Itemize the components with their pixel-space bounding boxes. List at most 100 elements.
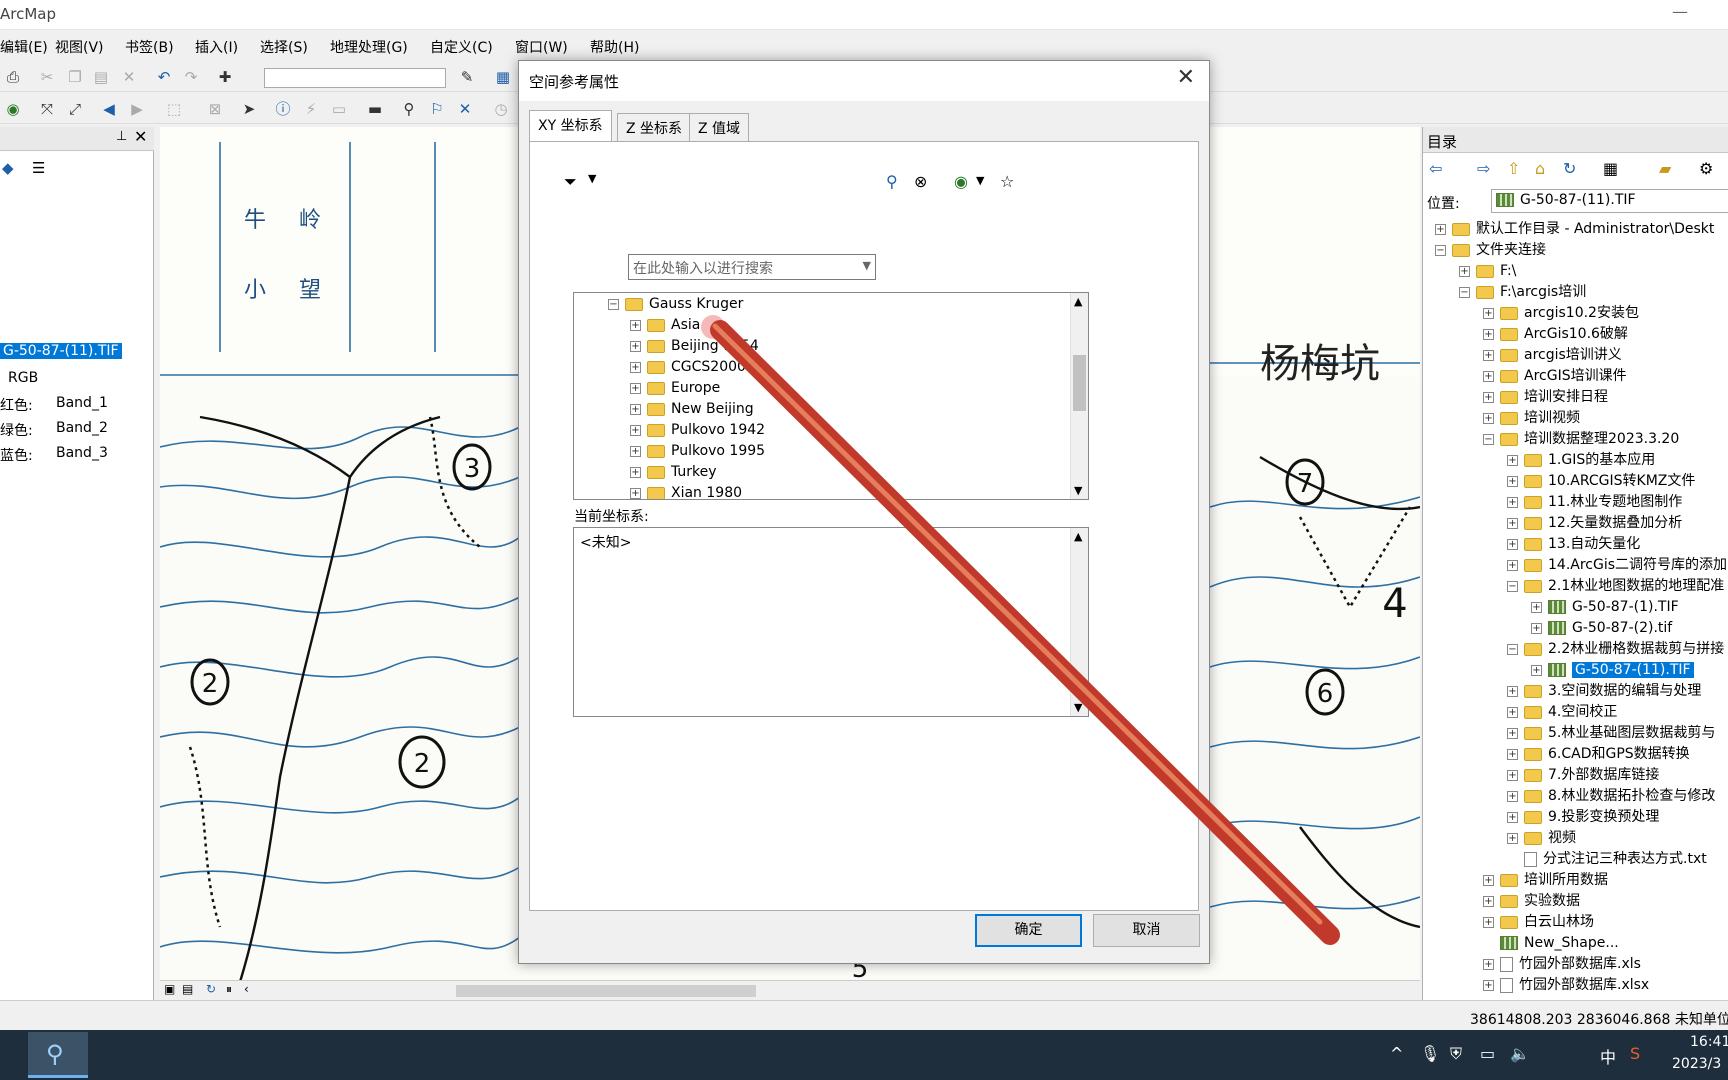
expand-icon[interactable]: +	[1507, 706, 1518, 718]
catalog-item[interactable]: + arcgis10.2安装包	[1483, 303, 1639, 323]
expand-icon[interactable]: +	[1507, 538, 1518, 550]
catalog-item[interactable]: + 竹园外部数据库.xls	[1483, 954, 1641, 974]
close-icon[interactable]: ✕	[134, 127, 147, 146]
expand-icon[interactable]: +	[1435, 223, 1446, 235]
tree-item[interactable]: + Pulkovo 1942	[630, 420, 765, 440]
catalog-item[interactable]: + 竹园外部数据库.xlsx	[1483, 975, 1649, 995]
expand-icon[interactable]: +	[1459, 265, 1470, 277]
select-features-icon[interactable]: ⬚	[165, 100, 183, 118]
tree-item[interactable]: + Xian 1980	[630, 483, 742, 499]
catalog-item[interactable]: + 实验数据	[1483, 891, 1580, 911]
catalog-item[interactable]: − F:\arcgis培训	[1459, 282, 1586, 302]
arcmap-task-button[interactable]: ⚲	[28, 1032, 88, 1078]
hyperlink-icon[interactable]: ⚡	[302, 100, 320, 118]
shield-icon[interactable]: ⛨	[1450, 1044, 1462, 1064]
menu-geoprocessing[interactable]: 地理处理(G)	[330, 37, 408, 57]
clear-search-icon[interactable]: ⊗	[914, 172, 927, 191]
back-icon[interactable]: ◀	[100, 100, 118, 118]
search-input[interactable]: 在此处输入以进行搜索 ▼	[628, 254, 876, 280]
tree-item[interactable]: + Europe	[630, 378, 720, 398]
catalog-item[interactable]: +10.ARCGIS转KMZ文件	[1507, 471, 1695, 491]
catalog-item[interactable]: +12.矢量数据叠加分析	[1507, 513, 1682, 533]
add-data-icon[interactable]: ✚	[216, 68, 234, 86]
catalog-item[interactable]: +7.外部数据库链接	[1507, 765, 1659, 785]
collapse-icon[interactable]: −	[1483, 433, 1494, 445]
current-system-scrollbar[interactable]: ▲ ▼	[1070, 528, 1088, 716]
expand-icon[interactable]: +	[630, 340, 641, 352]
catalog-item[interactable]: + ArcGIS培训课件	[1483, 366, 1627, 386]
expand-icon[interactable]: +	[1507, 727, 1518, 739]
scroll-left-icon[interactable]: ‹	[244, 982, 249, 996]
collapse-icon[interactable]: −	[1459, 286, 1470, 298]
expand-icon[interactable]: +	[630, 424, 641, 436]
search-icon[interactable]: ⚲	[886, 172, 898, 191]
close-icon[interactable]: ✕	[1177, 65, 1195, 90]
expand-icon[interactable]: +	[630, 466, 641, 478]
toc-layer-name[interactable]: G-50-87-(11).TIF	[0, 343, 122, 359]
copy-icon[interactable]: ❐	[66, 68, 84, 86]
options-icon[interactable]: ⚙	[1699, 159, 1713, 178]
expand-icon[interactable]: +	[1483, 412, 1494, 424]
scroll-down-icon[interactable]: ▼	[1074, 484, 1082, 497]
menu-selection[interactable]: 选择(S)	[260, 37, 308, 57]
scroll-up-icon[interactable]: ▲	[1074, 530, 1082, 543]
catalog-item[interactable]: +1.GIS的基本应用	[1507, 450, 1655, 470]
zoom-out-fixed-icon[interactable]: ⤢	[66, 100, 84, 118]
expand-icon[interactable]: +	[1507, 559, 1518, 571]
expand-icon[interactable]: +	[1507, 454, 1518, 466]
sogou-icon[interactable]: S	[1630, 1044, 1640, 1063]
expand-icon[interactable]: +	[1483, 370, 1494, 382]
paste-icon[interactable]: ▤	[92, 68, 110, 86]
catalog-item[interactable]: + G-50-87-(1).TIF	[1531, 597, 1679, 617]
menu-edit[interactable]: 编辑(E)	[0, 37, 48, 57]
collapse-icon[interactable]: −	[608, 298, 619, 310]
microphone-icon[interactable]: 🎙	[1420, 1044, 1440, 1063]
list-by-drawing-order-icon[interactable]: ◆	[2, 159, 14, 177]
expand-icon[interactable]: +	[1531, 622, 1542, 634]
scale-combo[interactable]	[264, 68, 446, 88]
expand-icon[interactable]: +	[1507, 790, 1518, 802]
tree-item[interactable]: − Gauss Kruger	[608, 294, 743, 314]
expand-icon[interactable]: +	[1483, 979, 1494, 991]
catalog-item[interactable]: − 文件夹连接	[1435, 240, 1546, 260]
home-icon[interactable]: ⌂	[1535, 159, 1545, 178]
tree-item[interactable]: + CGCS2000	[630, 357, 746, 377]
redo-icon[interactable]: ↷	[182, 68, 200, 86]
time-slider-icon[interactable]: ◷	[492, 100, 510, 118]
expand-icon[interactable]: +	[1507, 748, 1518, 760]
tab-z-coordinate-system[interactable]: Z 坐标系	[617, 113, 692, 141]
cut-icon[interactable]: ✂	[38, 68, 56, 86]
catalog-item[interactable]: − 2.2林业栅格数据裁剪与拼接	[1507, 639, 1724, 659]
expand-icon[interactable]: +	[1483, 895, 1494, 907]
ime-indicator[interactable]: 中	[1600, 1044, 1616, 1068]
catalog-item[interactable]: +13.自动矢量化	[1507, 534, 1640, 554]
menu-insert[interactable]: 插入(I)	[195, 37, 238, 57]
back-icon[interactable]: ⇦	[1429, 159, 1442, 178]
catalog-item[interactable]: 分式注记三种表达方式.txt	[1507, 849, 1707, 869]
forward-icon[interactable]: ▶	[128, 100, 146, 118]
menu-windows[interactable]: 窗口(W)	[515, 37, 568, 57]
catalog-item[interactable]: + 白云山林场	[1483, 912, 1594, 932]
catalog-item[interactable]: +14.ArcGis二调符号库的添加	[1507, 555, 1727, 575]
filter-icon[interactable]: ⏷	[564, 172, 577, 192]
expand-icon[interactable]: +	[1507, 496, 1518, 508]
up-one-level-icon[interactable]: ⇧	[1507, 159, 1520, 178]
table-icon[interactable]: ▦	[494, 68, 512, 86]
expand-icon[interactable]: +	[630, 361, 641, 373]
catalog-item[interactable]: + 培训安排日程	[1483, 387, 1608, 407]
scroll-down-icon[interactable]: ▼	[1074, 701, 1082, 714]
pause-icon[interactable]: ⏸	[226, 982, 232, 997]
undo-icon[interactable]: ↶	[155, 68, 173, 86]
view-grid-icon[interactable]: ▦	[1603, 159, 1618, 178]
catalog-item[interactable]: +8.林业数据拓扑检查与修改	[1507, 786, 1715, 806]
ok-button[interactable]: 确定	[975, 914, 1082, 947]
catalog-item[interactable]: − 2.1林业地图数据的地理配准	[1507, 576, 1724, 596]
expand-icon[interactable]: +	[1483, 916, 1494, 928]
measure-icon[interactable]: ▬	[366, 100, 384, 118]
editor-icon[interactable]: ✎	[458, 68, 476, 86]
catalog-item[interactable]: +5.林业基础图层数据裁剪与	[1507, 723, 1715, 743]
menu-help[interactable]: 帮助(H)	[590, 37, 639, 57]
expand-icon[interactable]: +	[1483, 874, 1494, 886]
connect-folder-icon[interactable]: ▰	[1659, 159, 1671, 178]
catalog-item[interactable]: +4.空间校正	[1507, 702, 1617, 722]
